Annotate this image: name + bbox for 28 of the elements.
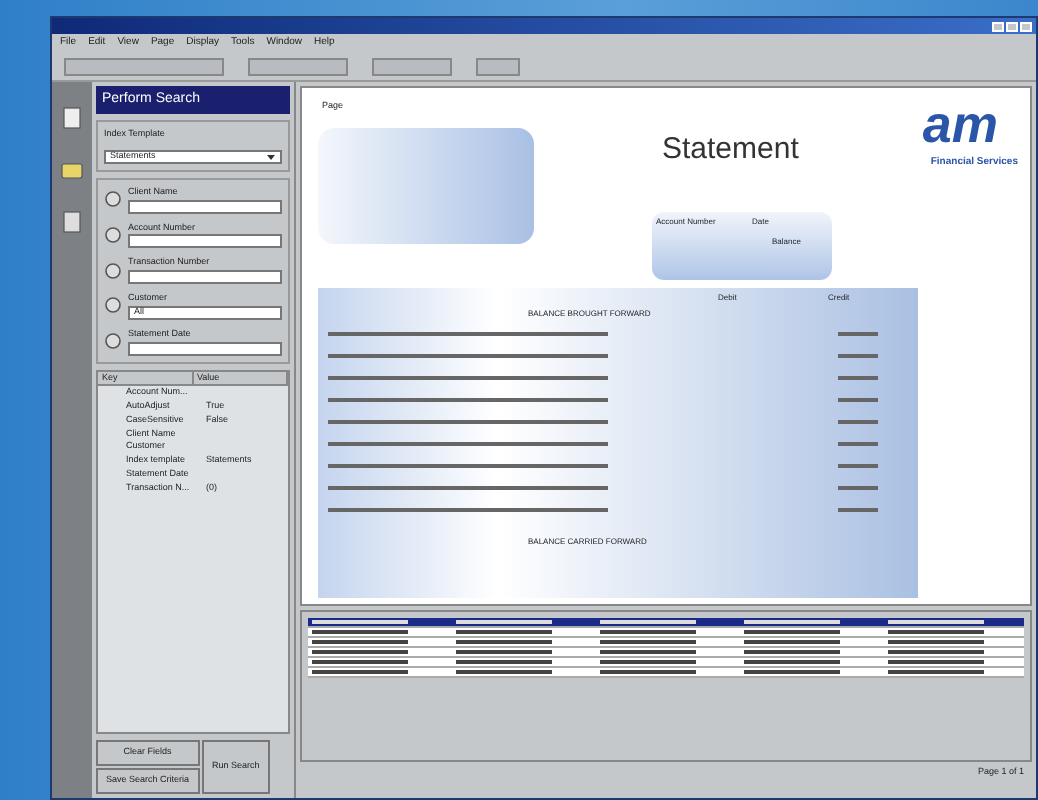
amount-line <box>838 485 878 489</box>
document-icon[interactable] <box>60 105 84 129</box>
document-icon[interactable] <box>60 209 84 233</box>
amount-line <box>838 397 878 401</box>
folder-icon[interactable] <box>60 157 84 181</box>
amount-line <box>838 463 878 467</box>
amount-line <box>838 331 878 335</box>
maximize-button[interactable] <box>1006 21 1018 31</box>
result-row[interactable] <box>308 647 1024 657</box>
close-button[interactable] <box>1020 21 1032 31</box>
result-row[interactable] <box>308 617 1024 627</box>
result-row[interactable] <box>308 657 1024 667</box>
input-field[interactable] <box>128 199 282 213</box>
input-field[interactable] <box>128 341 282 355</box>
amount-line <box>838 375 878 379</box>
amount-line <box>838 441 878 445</box>
logo: am <box>922 103 998 143</box>
input-field[interactable] <box>128 234 282 249</box>
amount-line <box>838 419 878 423</box>
result-row[interactable] <box>308 627 1024 637</box>
caret-icon <box>266 151 276 162</box>
amount-line <box>838 507 878 511</box>
result-row[interactable] <box>308 637 1024 647</box>
input-field[interactable] <box>128 270 282 284</box>
minimize-button[interactable] <box>992 21 1004 31</box>
statement-title: Statement <box>662 129 799 169</box>
amount-line <box>838 353 878 357</box>
result-row[interactable] <box>308 667 1024 677</box>
